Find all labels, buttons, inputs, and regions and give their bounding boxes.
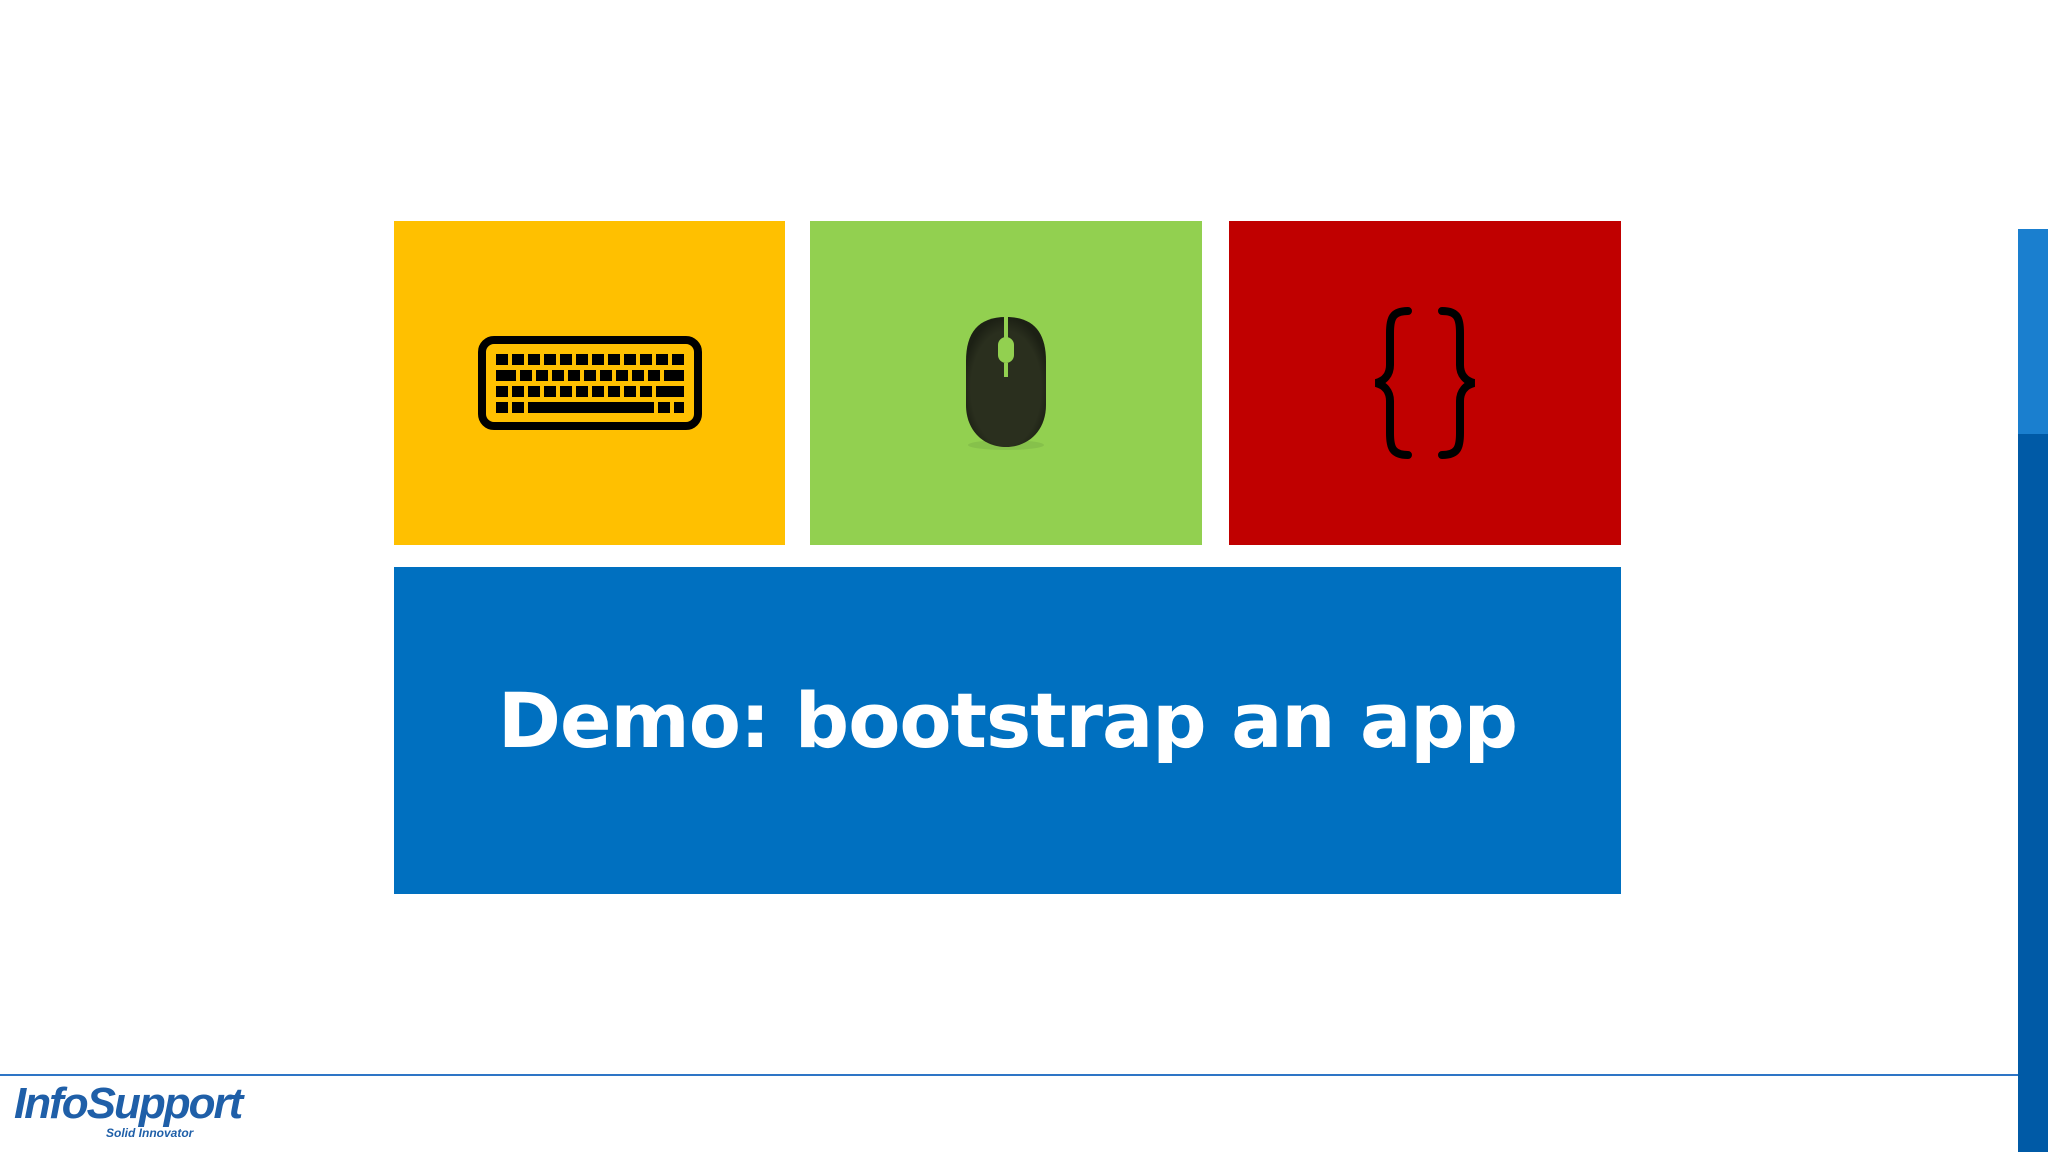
mouse-icon: [966, 317, 1046, 450]
title-tile: Demo: bootstrap an app: [394, 567, 1621, 894]
logo-tagline: Solid Innovator: [106, 1126, 194, 1140]
mouse-tile: [810, 221, 1202, 545]
keyboard-icon: [477, 336, 702, 430]
footer-divider: [0, 1074, 2018, 1076]
code-tile: [1229, 221, 1621, 545]
slide: Demo: bootstrap an app InfoSupport Solid…: [0, 0, 2048, 1152]
keyboard-tile: [394, 221, 785, 545]
curly-braces-icon: [1374, 307, 1476, 459]
slide-title: Demo: bootstrap an app: [497, 676, 1518, 765]
infosupport-logo: InfoSupport Solid Innovator: [14, 1080, 243, 1146]
right-accent-bar: [2018, 229, 2048, 1152]
logo-wordmark: InfoSupport: [14, 1079, 243, 1128]
